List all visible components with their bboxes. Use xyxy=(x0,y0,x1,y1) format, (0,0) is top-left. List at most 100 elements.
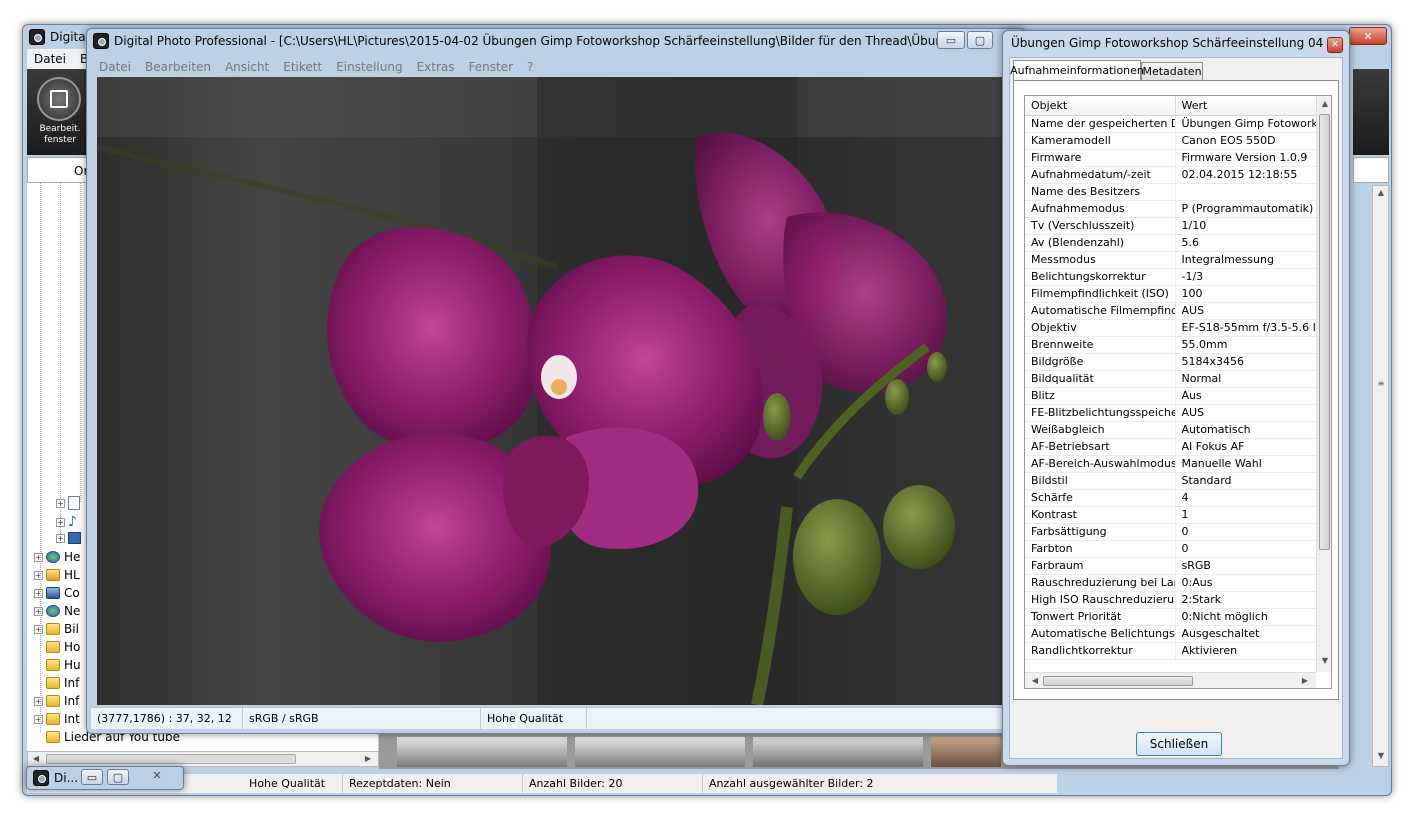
edit-window-button[interactable] xyxy=(37,77,81,121)
scroll-thumb[interactable] xyxy=(1043,676,1193,686)
dialog-titlebar[interactable]: Übungen Gimp Fotoworkshop Schärfeeinstel… xyxy=(1003,31,1323,55)
table-vertical-scrollbar[interactable]: ▲ ▼ xyxy=(1316,96,1331,672)
table-row[interactable]: Automatische Belichtungso...Ausgeschalte… xyxy=(1025,625,1316,643)
table-row[interactable]: FE-Blitzbelichtungsspeicher...AUS xyxy=(1025,404,1316,422)
menu-fenster[interactable]: Fenster xyxy=(462,60,521,74)
expand-icon[interactable]: + xyxy=(34,714,43,724)
restore-button[interactable]: ▭ xyxy=(81,769,103,785)
scroll-right-icon[interactable]: ▶ xyxy=(360,754,376,763)
table-row[interactable]: Aufnahmedatum/-zeit 02.04.2015 12:18:55 xyxy=(1025,166,1316,184)
thumbnail[interactable] xyxy=(931,737,1001,767)
table-row[interactable]: Av (Blendenzahl) 5.6 xyxy=(1025,234,1316,252)
thumbnail[interactable] xyxy=(753,737,923,767)
tab-aufnahmeinformationen[interactable]: Aufnahmeinformationen xyxy=(1010,60,1144,80)
scroll-up-icon[interactable]: ▲ xyxy=(1317,99,1331,108)
property-value: 4 xyxy=(1175,489,1316,507)
table-row[interactable]: Bildqualität Normal xyxy=(1025,370,1316,388)
column-header-objekt[interactable]: Objekt xyxy=(1025,96,1176,116)
table-row[interactable]: Aufnahmemodus P (Programmautomatik) xyxy=(1025,200,1316,218)
tree-row[interactable]: + ♪ xyxy=(56,514,77,530)
table-row[interactable]: Randlichtkorrektur Aktivieren xyxy=(1025,642,1316,660)
menu-etikett[interactable]: Etikett xyxy=(276,60,329,74)
expand-icon[interactable]: + xyxy=(34,624,43,634)
tree-item-label: Inf xyxy=(64,694,80,708)
table-row[interactable]: High ISO Rauschreduzierung 2:Stark xyxy=(1025,591,1316,609)
viewer-window: Digital Photo Professional - [C:\Users\H… xyxy=(86,28,1026,734)
expand-icon[interactable]: + xyxy=(34,552,43,562)
tab-metadaten[interactable]: Metadaten xyxy=(1141,62,1203,80)
maximize-button[interactable]: ▢ xyxy=(107,769,129,785)
scroll-thumb[interactable] xyxy=(46,754,296,764)
bg-menu-datei[interactable]: Datei xyxy=(27,52,73,66)
menu-extras[interactable]: Extras xyxy=(410,60,462,74)
table-row[interactable]: Filmempfindlichkeit (ISO) 100 xyxy=(1025,285,1316,303)
table-row[interactable]: Farbsättigung 0 xyxy=(1025,523,1316,541)
table-horizontal-scrollbar[interactable]: ◀ ▶ xyxy=(1025,672,1316,688)
bg-titlebar[interactable]: Digital xyxy=(23,25,93,49)
expand-icon[interactable]: + xyxy=(34,696,43,706)
tree-horizontal-scrollbar[interactable]: ◀ ▶ xyxy=(27,751,379,767)
bud xyxy=(927,352,947,382)
table-row[interactable]: Weißabgleich Automatisch xyxy=(1025,421,1316,439)
expand-icon[interactable]: + xyxy=(56,517,65,527)
property-name: Rauschreduzierung bei Lan... xyxy=(1025,574,1176,592)
close-dialog-button[interactable]: Schließen xyxy=(1136,732,1222,756)
scroll-grip-icon[interactable]: ≡ xyxy=(1373,379,1389,388)
viewer-maximize-button[interactable]: ▢ xyxy=(967,31,993,49)
bud xyxy=(763,393,791,441)
expand-icon[interactable]: + xyxy=(34,570,43,580)
expand-icon[interactable]: + xyxy=(34,588,43,598)
tree-row[interactable]: + xyxy=(56,496,80,510)
column-header-wert[interactable]: Wert xyxy=(1175,96,1316,116)
table-row[interactable]: Tonwert Priorität 0:Nicht möglich xyxy=(1025,608,1316,626)
table-row[interactable]: ObjektivEF-S18-55mm f/3.5-5.6 IS II xyxy=(1025,319,1316,337)
dialog-close-button[interactable]: ✕ xyxy=(1327,37,1343,53)
table-row[interactable]: Rauschreduzierung bei Lan...0:Aus xyxy=(1025,574,1316,592)
table-row[interactable]: Messmodus Integralmessung xyxy=(1025,251,1316,269)
table-row[interactable]: Firmware Firmware Version 1.0.9 xyxy=(1025,149,1316,167)
table-row[interactable]: Tv (Verschlusszeit) 1/10 xyxy=(1025,217,1316,235)
bg-tab-header[interactable]: Or xyxy=(27,157,93,183)
scroll-left-icon[interactable]: ◀ xyxy=(28,754,44,763)
table-row[interactable]: Schärfe 4 xyxy=(1025,489,1316,507)
scroll-thumb[interactable] xyxy=(1319,114,1330,550)
menu-bearbeiten[interactable]: Bearbeiten xyxy=(138,60,218,74)
table-row[interactable]: Farbton 0 xyxy=(1025,540,1316,558)
scroll-right-icon[interactable]: ▶ xyxy=(1297,676,1313,685)
bg-right-scrollbar[interactable]: ▲ ≡ ▼ xyxy=(1372,185,1389,767)
scroll-left-icon[interactable]: ◀ xyxy=(1027,676,1043,685)
table-row[interactable]: Blitz Aus xyxy=(1025,387,1316,405)
table-row[interactable]: Belichtungskorrektur -1/3 xyxy=(1025,268,1316,286)
expand-icon[interactable]: + xyxy=(56,533,65,543)
viewer-titlebar[interactable]: Digital Photo Professional - [C:\Users\H… xyxy=(87,29,937,53)
thumbnail[interactable] xyxy=(397,737,567,767)
scroll-down-icon[interactable]: ▼ xyxy=(1373,751,1389,760)
table-row[interactable]: Farbraum sRGB xyxy=(1025,557,1316,575)
table-row[interactable]: Automatische Filmempfindli...AUS xyxy=(1025,302,1316,320)
table-row[interactable]: AF-Betriebsart AI Fokus AF xyxy=(1025,438,1316,456)
photo-canvas[interactable] xyxy=(97,77,1017,705)
table-row[interactable]: Kontrast 1 xyxy=(1025,506,1316,524)
table-row[interactable]: Bildstil Standard xyxy=(1025,472,1316,490)
table-row[interactable]: Name der gespeicherten D... Übungen Gimp … xyxy=(1025,115,1316,133)
table-row[interactable]: Name des Besitzers xyxy=(1025,183,1316,201)
property-name: Aufnahmemodus xyxy=(1025,200,1176,218)
table-row[interactable]: Brennweite 55.0mm xyxy=(1025,336,1316,354)
scroll-up-icon[interactable]: ▲ xyxy=(1373,188,1389,197)
bg-close-button[interactable]: ✕ xyxy=(1349,27,1387,45)
table-row[interactable]: Kameramodell Canon EOS 550D xyxy=(1025,132,1316,150)
expand-icon[interactable]: + xyxy=(56,498,65,508)
expand-icon[interactable]: + xyxy=(34,606,43,616)
menu-help[interactable]: ? xyxy=(520,60,540,74)
viewer-minimize-button[interactable]: ▭ xyxy=(937,31,965,49)
scroll-down-icon[interactable]: ▼ xyxy=(1317,656,1331,665)
menu-datei[interactable]: Datei xyxy=(92,60,138,74)
tree-row[interactable]: + xyxy=(56,532,81,544)
minimized-window[interactable]: Di... ▭ ▢ ✕ xyxy=(26,766,184,790)
thumbnail[interactable] xyxy=(575,737,745,767)
table-row[interactable]: Bildgröße 5184x3456 xyxy=(1025,353,1316,371)
menu-einstellung[interactable]: Einstellung xyxy=(329,60,409,74)
table-row[interactable]: AF-Bereich-Auswahlmodus Manuelle Wahl xyxy=(1025,455,1316,473)
menu-ansicht[interactable]: Ansicht xyxy=(218,60,276,74)
close-icon[interactable]: ✕ xyxy=(137,769,177,785)
